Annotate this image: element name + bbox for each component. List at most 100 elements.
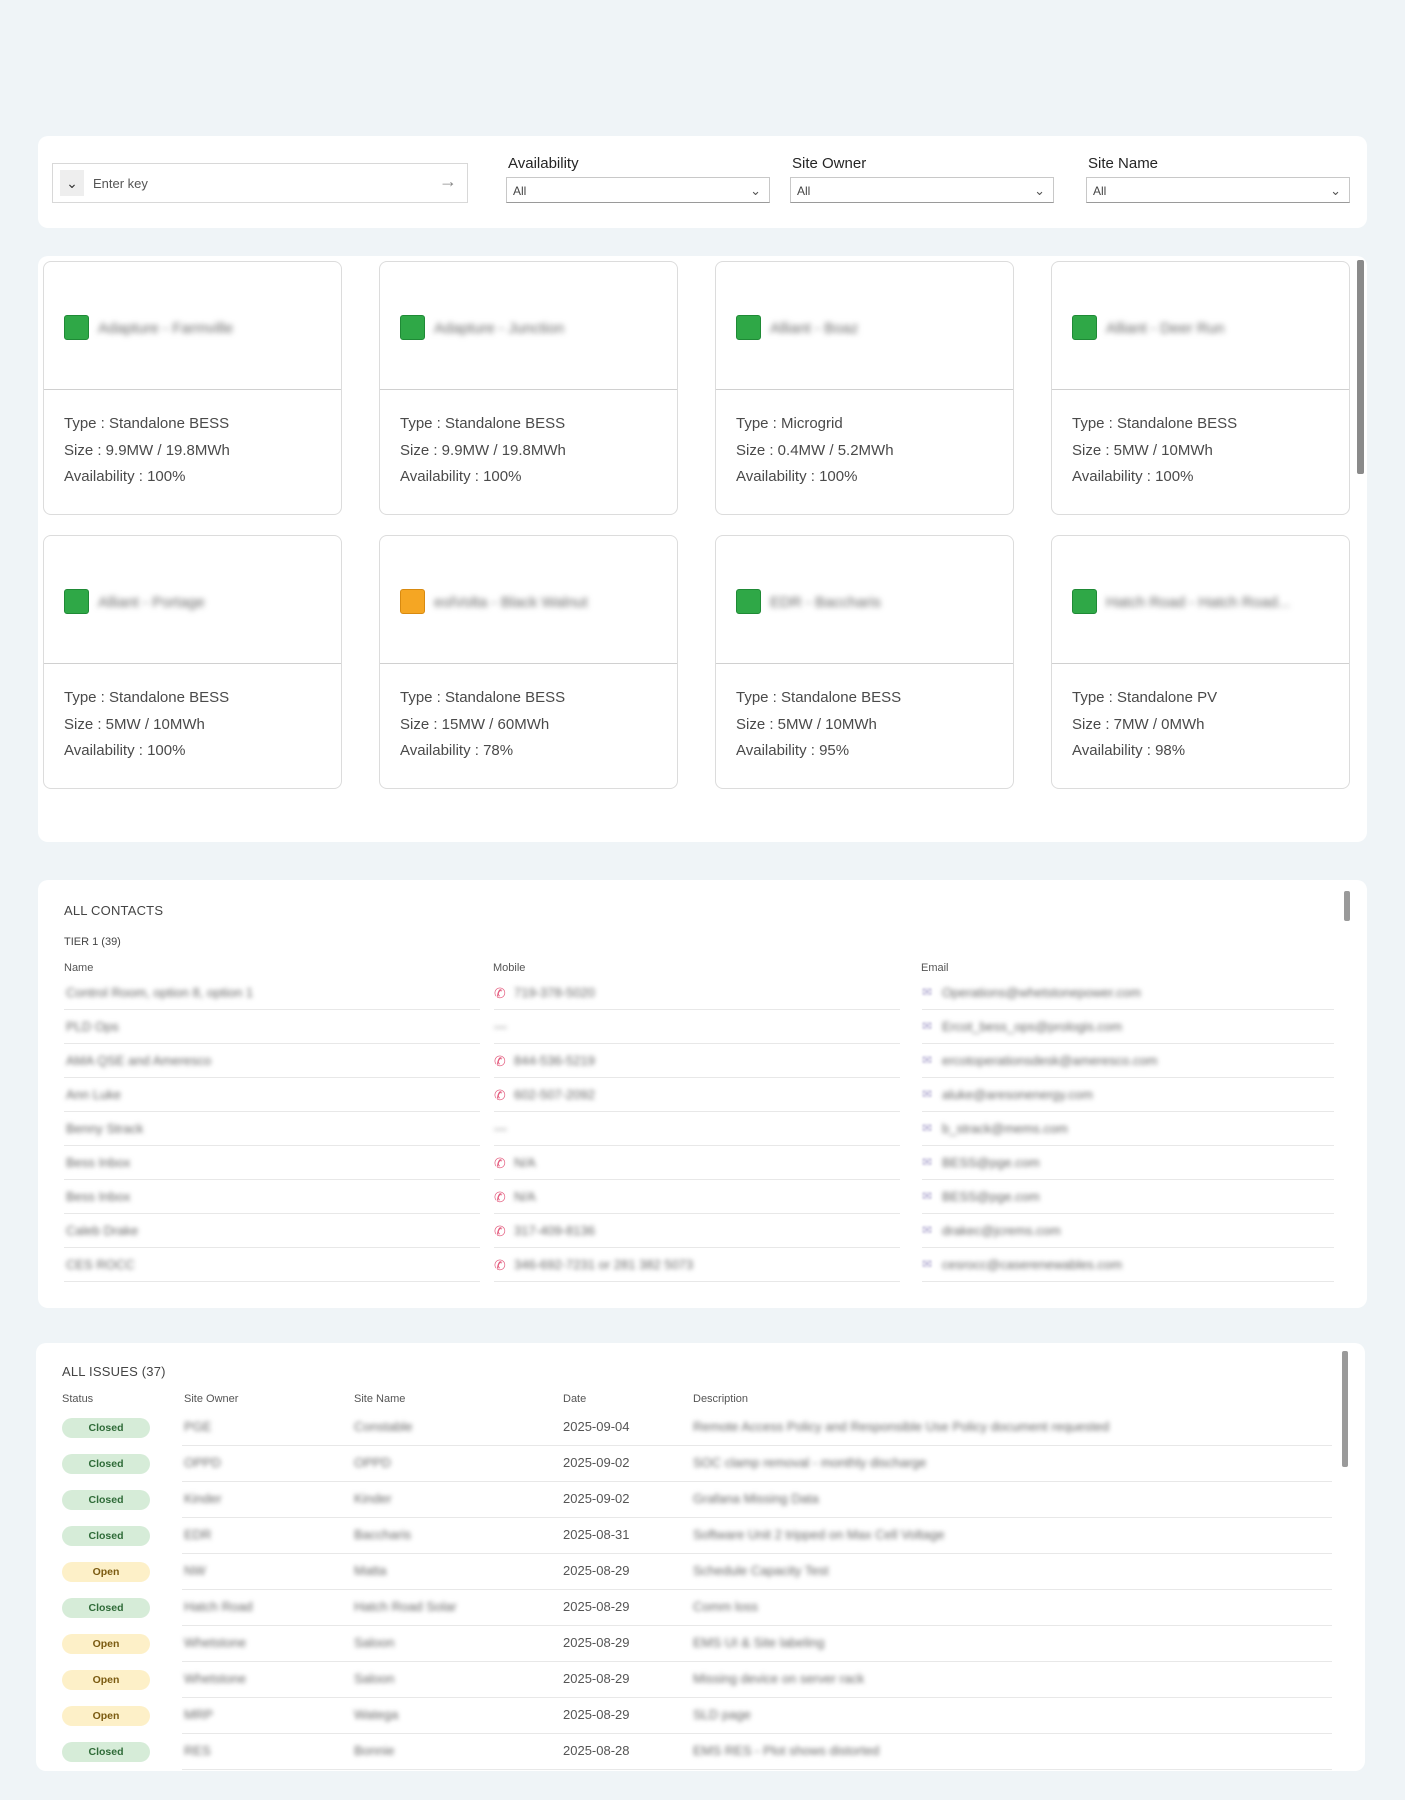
email-icon[interactable]: ✉ (922, 1223, 932, 1237)
contact-mobile[interactable]: 317-409-8136 (514, 1223, 595, 1238)
issue-site-owner: EDR (184, 1527, 212, 1542)
issue-description: Grafana Missing Data (693, 1491, 819, 1506)
email-icon[interactable]: ✉ (922, 1155, 932, 1169)
contact-email[interactable]: Operations@whetstonepower.com (942, 985, 1141, 1000)
site-name-dropdown[interactable]: All ⌄ (1086, 177, 1350, 203)
email-icon[interactable]: ✉ (922, 1257, 932, 1271)
filter-bar: ⌄ → Availability All ⌄ Site Owner All ⌄ … (38, 136, 1367, 228)
email-icon[interactable]: ✉ (922, 1189, 932, 1203)
phone-icon[interactable]: ✆ (494, 1189, 506, 1206)
phone-icon[interactable]: ✆ (494, 1223, 506, 1240)
arrow-right-icon[interactable]: → (439, 171, 457, 192)
site-card[interactable]: EDR - Baccharis Type : Standalone BESS Si… (715, 535, 1014, 789)
table-row[interactable]: PLD Ops --- ✉ Ercot_bess_ops@prologis.com (64, 1011, 1334, 1045)
email-icon[interactable]: ✉ (922, 1121, 932, 1135)
contact-mobile[interactable]: N/A (514, 1189, 536, 1204)
availability-dropdown[interactable]: All ⌄ (506, 177, 770, 203)
status-badge: Closed (62, 1598, 150, 1618)
table-row[interactable]: Closed Hatch Road Hatch Road Solar 2025-08-… (62, 1590, 1332, 1626)
site-owner-dropdown[interactable]: All ⌄ (790, 177, 1054, 203)
table-row[interactable]: Open Whetstone Saloon 2025-08-29 EMS UI & Si… (62, 1626, 1332, 1662)
contacts-scrollbar[interactable] (1344, 891, 1350, 921)
contacts-title: ALL CONTACTS (64, 903, 164, 918)
site-card[interactable]: Hatch Road - Hatch Road... Type : Standa… (1051, 535, 1350, 789)
site-availability: Availability : 100% (64, 742, 186, 759)
table-row[interactable]: Benny Strack --- ✉ b_strack@mems.com (64, 1113, 1334, 1147)
issue-date: 2025-08-29 (563, 1635, 630, 1650)
table-row[interactable]: Caleb Drake ✆ 317-409-8136 ✉ drakec@jcrems.c… (64, 1215, 1334, 1249)
table-row[interactable]: Closed OPPD OPPD 2025-09-02 SOC clamp remova… (62, 1446, 1332, 1482)
table-row[interactable]: Closed RES Bonnie 2025-08-28 EMS RES - Plot … (62, 1734, 1332, 1770)
contact-mobile[interactable]: --- (494, 1019, 507, 1034)
column-header-mobile: Mobile (493, 962, 526, 974)
phone-icon[interactable]: ✆ (494, 1155, 506, 1172)
table-row[interactable]: Closed EDR Baccharis 2025-08-31 Software Uni… (62, 1518, 1332, 1554)
table-row[interactable]: Ann Luke ✆ 602-507-2092 ✉ aluke@aresonenergy… (64, 1079, 1334, 1113)
contact-mobile[interactable]: --- (494, 1121, 507, 1136)
contact-name: Bess Inbox (66, 1155, 131, 1170)
contact-mobile[interactable]: 719-378-5020 (514, 985, 595, 1000)
table-row[interactable]: Open NW Matta 2025-08-29 Schedule Capacity T… (62, 1554, 1332, 1590)
site-availability: Availability : 100% (736, 468, 858, 485)
contact-email[interactable]: BESS@pge.com (942, 1189, 1040, 1204)
phone-icon[interactable]: ✆ (494, 1257, 506, 1274)
issue-site-name: Watega (354, 1707, 399, 1722)
issue-description: SOC clamp removal - monthly discharge (693, 1455, 927, 1470)
table-row[interactable]: AMA QSE and Ameresco ✆ 844-536-5219 ✉ ercoto… (64, 1045, 1334, 1079)
table-row[interactable]: Open Whetstone Saloon 2025-08-29 Missing dev… (62, 1662, 1332, 1698)
table-row[interactable]: Bess Inbox ✆ N/A ✉ BESS@pge.com (64, 1181, 1334, 1215)
issue-date: 2025-08-31 (563, 1527, 630, 1542)
contact-email[interactable]: BESS@pge.com (942, 1155, 1040, 1170)
contact-email[interactable]: drakec@jcrems.com (942, 1223, 1061, 1238)
email-icon[interactable]: ✉ (922, 1019, 932, 1033)
email-icon[interactable]: ✉ (922, 1053, 932, 1067)
contact-email[interactable]: aluke@aresonenergy.com (942, 1087, 1093, 1102)
phone-icon[interactable]: ✆ (494, 1087, 506, 1104)
site-card[interactable]: Alliant - Portage Type : Standalone BESS… (43, 535, 342, 789)
contact-mobile[interactable]: 602-507-2092 (514, 1087, 595, 1102)
contact-email[interactable]: b_strack@mems.com (942, 1121, 1068, 1136)
table-row[interactable]: Bess Inbox ✆ N/A ✉ BESS@pge.com (64, 1147, 1334, 1181)
phone-icon[interactable]: ✆ (494, 1053, 506, 1070)
contact-email[interactable]: ercotoperationsdesk@ameresco.com (942, 1053, 1158, 1068)
issue-date: 2025-08-29 (563, 1599, 630, 1614)
issue-date: 2025-08-29 (563, 1707, 630, 1722)
site-card[interactable]: eolVolta - Black Walnut Type : Standalon… (379, 535, 678, 789)
email-icon[interactable]: ✉ (922, 1087, 932, 1101)
search-input[interactable] (93, 170, 423, 196)
site-card[interactable]: Adapture - Junction Type : Standalone BE… (379, 261, 678, 515)
table-row[interactable]: CES ROCC ✆ 346-692-7231 or 281 382 5073 ✉ ce… (64, 1249, 1334, 1283)
site-availability: Availability : 95% (736, 742, 850, 759)
phone-icon[interactable]: ✆ (494, 985, 506, 1002)
contact-mobile[interactable]: 346-692-7231 or 281 382 5073 (514, 1257, 693, 1272)
contact-email[interactable]: cesrocc@caserenewables.com (942, 1257, 1122, 1272)
site-size: Size : 5MW / 10MWh (64, 715, 205, 733)
chevron-down-icon[interactable]: ⌄ (60, 170, 84, 196)
issue-site-owner: OPPD (184, 1455, 221, 1470)
issue-site-owner: MRP (184, 1707, 213, 1722)
table-row[interactable]: Open MRP Watega 2025-08-29 SLD page (62, 1698, 1332, 1734)
contact-mobile[interactable]: N/A (514, 1155, 536, 1170)
contact-mobile[interactable]: 844-536-5219 (514, 1053, 595, 1068)
table-row[interactable]: Closed PGE Constable 2025-09-04 Remote Acces… (62, 1410, 1332, 1446)
site-status-indicator (400, 589, 425, 614)
issues-scrollbar[interactable] (1342, 1351, 1348, 1467)
issue-site-owner: NW (184, 1563, 206, 1578)
site-card[interactable]: Alliant - Boaz Type : Microgrid Size : 0.… (715, 261, 1014, 515)
issue-date: 2025-09-02 (563, 1455, 630, 1470)
issue-site-name: Bonnie (354, 1743, 395, 1758)
issue-description: EMS RES - Plot shows distorted (693, 1743, 880, 1758)
sites-scrollbar[interactable] (1357, 260, 1364, 474)
site-status-indicator (400, 315, 425, 340)
chevron-down-icon: ⌄ (1034, 183, 1045, 198)
site-status-indicator (64, 589, 89, 614)
status-badge: Open (62, 1670, 150, 1690)
contact-email[interactable]: Ercot_bess_ops@prologis.com (942, 1019, 1122, 1034)
site-status-indicator (736, 589, 761, 614)
issue-date: 2025-08-28 (563, 1743, 630, 1758)
email-icon[interactable]: ✉ (922, 985, 932, 999)
table-row[interactable]: Closed Kinder Kinder 2025-09-02 Grafana Miss… (62, 1482, 1332, 1518)
site-card[interactable]: Adapture - Farmville Type : Standalone B… (43, 261, 342, 515)
table-row[interactable]: Control Room, option 8, option 1 ✆ 719-378… (64, 977, 1334, 1011)
site-card[interactable]: Alliant - Deer Run Type : Standalone BES… (1051, 261, 1350, 515)
